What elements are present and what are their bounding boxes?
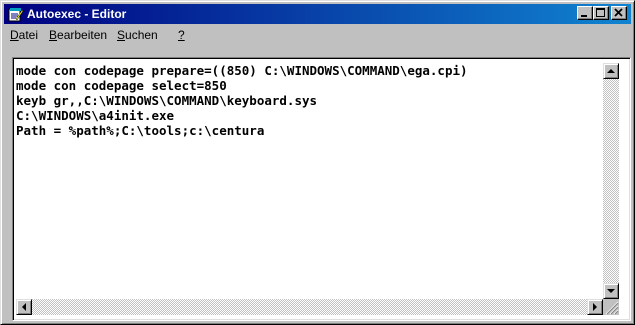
menu-bearbeiten[interactable]: Bearbeiten (49, 25, 107, 45)
editor-text[interactable]: mode con codepage prepare=((850) C:\WIND… (16, 63, 601, 281)
title-bar[interactable]: Autoexec - Editor (4, 4, 631, 24)
code-line: Path = %path%;C:\tools;c:\centura (16, 123, 265, 138)
scroll-right-button[interactable] (587, 299, 603, 315)
notepad-icon[interactable] (7, 6, 24, 22)
menu-bar: Datei Bearbeiten Suchen ? (4, 25, 631, 45)
close-icon (614, 8, 623, 17)
scroll-left-button[interactable] (16, 299, 32, 315)
resize-grip-icon (605, 301, 619, 315)
maximize-button[interactable] (593, 6, 609, 20)
code-line: mode con codepage prepare=((850) C:\WIND… (16, 63, 468, 78)
code-line: mode con codepage select=850 (16, 78, 227, 93)
scroll-down-button[interactable] (603, 283, 619, 299)
arrow-down-icon (607, 289, 615, 293)
window-title: Autoexec - Editor (27, 7, 127, 21)
close-button[interactable] (611, 6, 627, 20)
code-line: keyb gr,,C:\WINDOWS\COMMAND\keyboard.sys (16, 93, 318, 108)
scroll-up-button[interactable] (603, 63, 619, 79)
resize-grip[interactable] (603, 299, 619, 315)
minimize-icon (581, 15, 587, 17)
arrow-right-icon (593, 303, 597, 311)
menu-help[interactable]: ? (178, 25, 185, 45)
editor-window: Autoexec - Editor Datei Bearbeiten Suche… (0, 0, 635, 325)
maximize-icon (596, 8, 605, 17)
arrow-up-icon (607, 69, 615, 73)
horizontal-scrollbar[interactable] (16, 299, 603, 315)
vertical-scrollbar[interactable] (603, 63, 619, 299)
menu-suchen[interactable]: Suchen (117, 25, 158, 45)
minimize-button[interactable] (577, 6, 593, 20)
menu-datei[interactable]: Datei (10, 25, 38, 45)
arrow-left-icon (22, 303, 26, 311)
code-line: C:\WINDOWS\a4init.exe (16, 108, 175, 123)
text-editor[interactable]: mode con codepage prepare=((850) C:\WIND… (12, 57, 631, 321)
